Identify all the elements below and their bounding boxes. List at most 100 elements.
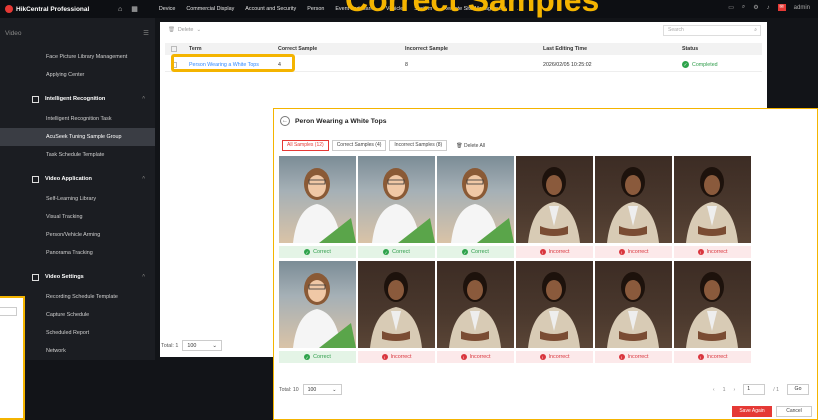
app-logo[interactable]: HikCentral Professional	[0, 5, 118, 13]
search-icon[interactable]: ⌕	[742, 4, 745, 11]
nav-item[interactable]: Account and Security	[245, 6, 296, 12]
correct-label: ✓ Correct	[437, 246, 514, 258]
sample-card[interactable]: ! Incorrect	[595, 156, 672, 258]
sample-card[interactable]: ! Incorrect	[437, 261, 514, 363]
incorrect-label: ! Incorrect	[595, 246, 672, 258]
delete-all-button[interactable]: 🗑 Delete All	[456, 143, 485, 149]
sidebar-item[interactable]: Intelligent Recognition Task	[0, 110, 155, 128]
search-icon[interactable]: ⌕	[754, 26, 757, 35]
sample-photo	[674, 156, 751, 243]
save-again-button[interactable]: Save Again	[732, 406, 772, 417]
sample-photo	[674, 261, 751, 348]
back-arrow-icon[interactable]: ←	[280, 116, 290, 126]
incorrect-count: 8	[405, 61, 408, 68]
sample-card[interactable]: ✓ Correct	[437, 156, 514, 258]
check-circle-icon: ✓	[304, 354, 311, 360]
screen-icon[interactable]: ▭	[728, 4, 734, 11]
error-circle-icon: !	[539, 354, 546, 360]
sample-dialog: ← Peron Wearing a White Tops All Samples…	[273, 108, 818, 420]
next-page-icon[interactable]: ›	[733, 387, 735, 393]
person-photo-icon	[607, 167, 659, 243]
person-photo-icon	[370, 272, 422, 348]
partial-popup	[0, 296, 25, 420]
sample-card[interactable]: ! Incorrect	[595, 261, 672, 363]
correct-label: ✓ Correct	[279, 351, 356, 363]
popup-input[interactable]	[0, 307, 17, 316]
col-status[interactable]: Status	[682, 43, 698, 55]
user-name[interactable]: admin	[794, 5, 810, 11]
dialog-title: Peron Wearing a White Tops	[295, 117, 387, 125]
nav-item[interactable]: Device	[159, 6, 175, 12]
check-circle-icon: ✓	[462, 249, 469, 255]
settings-icon[interactable]: ⚙	[753, 4, 758, 11]
person-photo-icon	[607, 272, 659, 348]
home-icon[interactable]: ⌂	[118, 6, 122, 13]
tab-correct-samples[interactable]: Correct Samples (4)	[331, 140, 387, 151]
person-photo-icon	[686, 167, 738, 243]
col-time[interactable]: Last Editing Time	[543, 43, 587, 55]
correct-label: ✓ Correct	[279, 246, 356, 258]
sample-card[interactable]: ! Incorrect	[674, 261, 751, 363]
chevron-up-icon: ^	[142, 274, 145, 280]
sidebar-item[interactable]: Visual Tracking	[0, 208, 155, 226]
nav-item[interactable]: Person	[307, 6, 324, 12]
chevron-up-icon: ^	[142, 96, 145, 102]
alarm-icon[interactable]: ♪	[767, 5, 770, 11]
recognition-icon	[32, 95, 39, 103]
sidebar-item-active[interactable]: AcuSeek Tuning Sample Group	[0, 128, 155, 146]
person-photo-icon	[528, 272, 580, 348]
person-photo-icon	[293, 168, 356, 243]
sidebar-item[interactable]: Self-Learning Library	[0, 190, 155, 208]
error-circle-icon: !	[539, 249, 546, 255]
sidebar-group-video-settings[interactable]: Video Settings ^	[0, 266, 155, 288]
chevron-down-icon[interactable]: ⌄	[196, 27, 201, 33]
sample-card[interactable]: ✓ Correct	[358, 156, 435, 258]
incorrect-label: ! Incorrect	[516, 246, 593, 258]
sidebar-item[interactable]: Task Schedule Template	[0, 146, 155, 164]
dialog-page-size-select[interactable]: 100 ⌄	[302, 384, 342, 395]
sample-tabs: All Samples (12) Correct Samples (4) Inc…	[282, 140, 485, 151]
col-incorrect[interactable]: Incorrect Sample	[405, 43, 448, 55]
sidebar-title: Video	[5, 29, 22, 37]
sample-card[interactable]: ! Incorrect	[674, 156, 751, 258]
sample-photo	[279, 261, 356, 348]
cancel-button[interactable]: Cancel	[776, 406, 812, 417]
sidebar-group-intelligent[interactable]: Intelligent Recognition ^	[0, 88, 155, 110]
incorrect-label: ! Incorrect	[437, 351, 514, 363]
collapse-icon[interactable]: ☰	[143, 29, 149, 37]
grid-menu-icon[interactable]: ▦	[131, 5, 138, 13]
prev-page-icon[interactable]: ‹	[713, 387, 715, 393]
sample-card[interactable]: ! Incorrect	[516, 261, 593, 363]
mail-icon[interactable]: ✉	[777, 4, 786, 11]
go-button[interactable]: Go	[787, 384, 809, 395]
sample-photo	[516, 261, 593, 348]
sidebar-item[interactable]: Person/Vehicle Arming	[0, 226, 155, 244]
sample-card[interactable]: ✓ Correct	[279, 261, 356, 363]
app-title: HikCentral Professional	[16, 5, 90, 13]
sample-card[interactable]: ! Incorrect	[358, 261, 435, 363]
sample-photo	[437, 261, 514, 348]
sidebar-group-video-application[interactable]: Video Application ^	[0, 168, 155, 190]
sidebar-item[interactable]: Panorama Tracking	[0, 244, 155, 262]
current-page[interactable]: 1	[723, 387, 726, 393]
sidebar-item[interactable]: Applying Center	[0, 66, 155, 84]
hik-logo-icon	[5, 5, 13, 13]
nav-item[interactable]: Commercial Display	[186, 6, 234, 12]
sample-photo	[595, 261, 672, 348]
error-circle-icon: !	[618, 354, 625, 360]
page-total: / 1	[773, 386, 779, 393]
search-input[interactable]: Search ⌕	[663, 25, 761, 36]
sample-card[interactable]: ✓ Correct	[279, 156, 356, 258]
page-size-select[interactable]: 100 ⌄	[182, 340, 222, 351]
delete-button[interactable]: Delete	[178, 27, 194, 33]
sidebar-item[interactable]: Face Picture Library Management	[0, 48, 155, 66]
tab-all-samples[interactable]: All Samples (12)	[282, 140, 329, 151]
sample-photo	[595, 156, 672, 243]
sample-card[interactable]: ! Incorrect	[516, 156, 593, 258]
page-number-input[interactable]: 1	[743, 384, 766, 395]
select-all-checkbox[interactable]	[171, 46, 177, 52]
tab-incorrect-samples[interactable]: Incorrect Samples (8)	[389, 140, 448, 151]
person-photo-icon	[686, 272, 738, 348]
error-circle-icon: !	[618, 249, 625, 255]
delete-icon[interactable]: 🗑	[168, 27, 175, 33]
